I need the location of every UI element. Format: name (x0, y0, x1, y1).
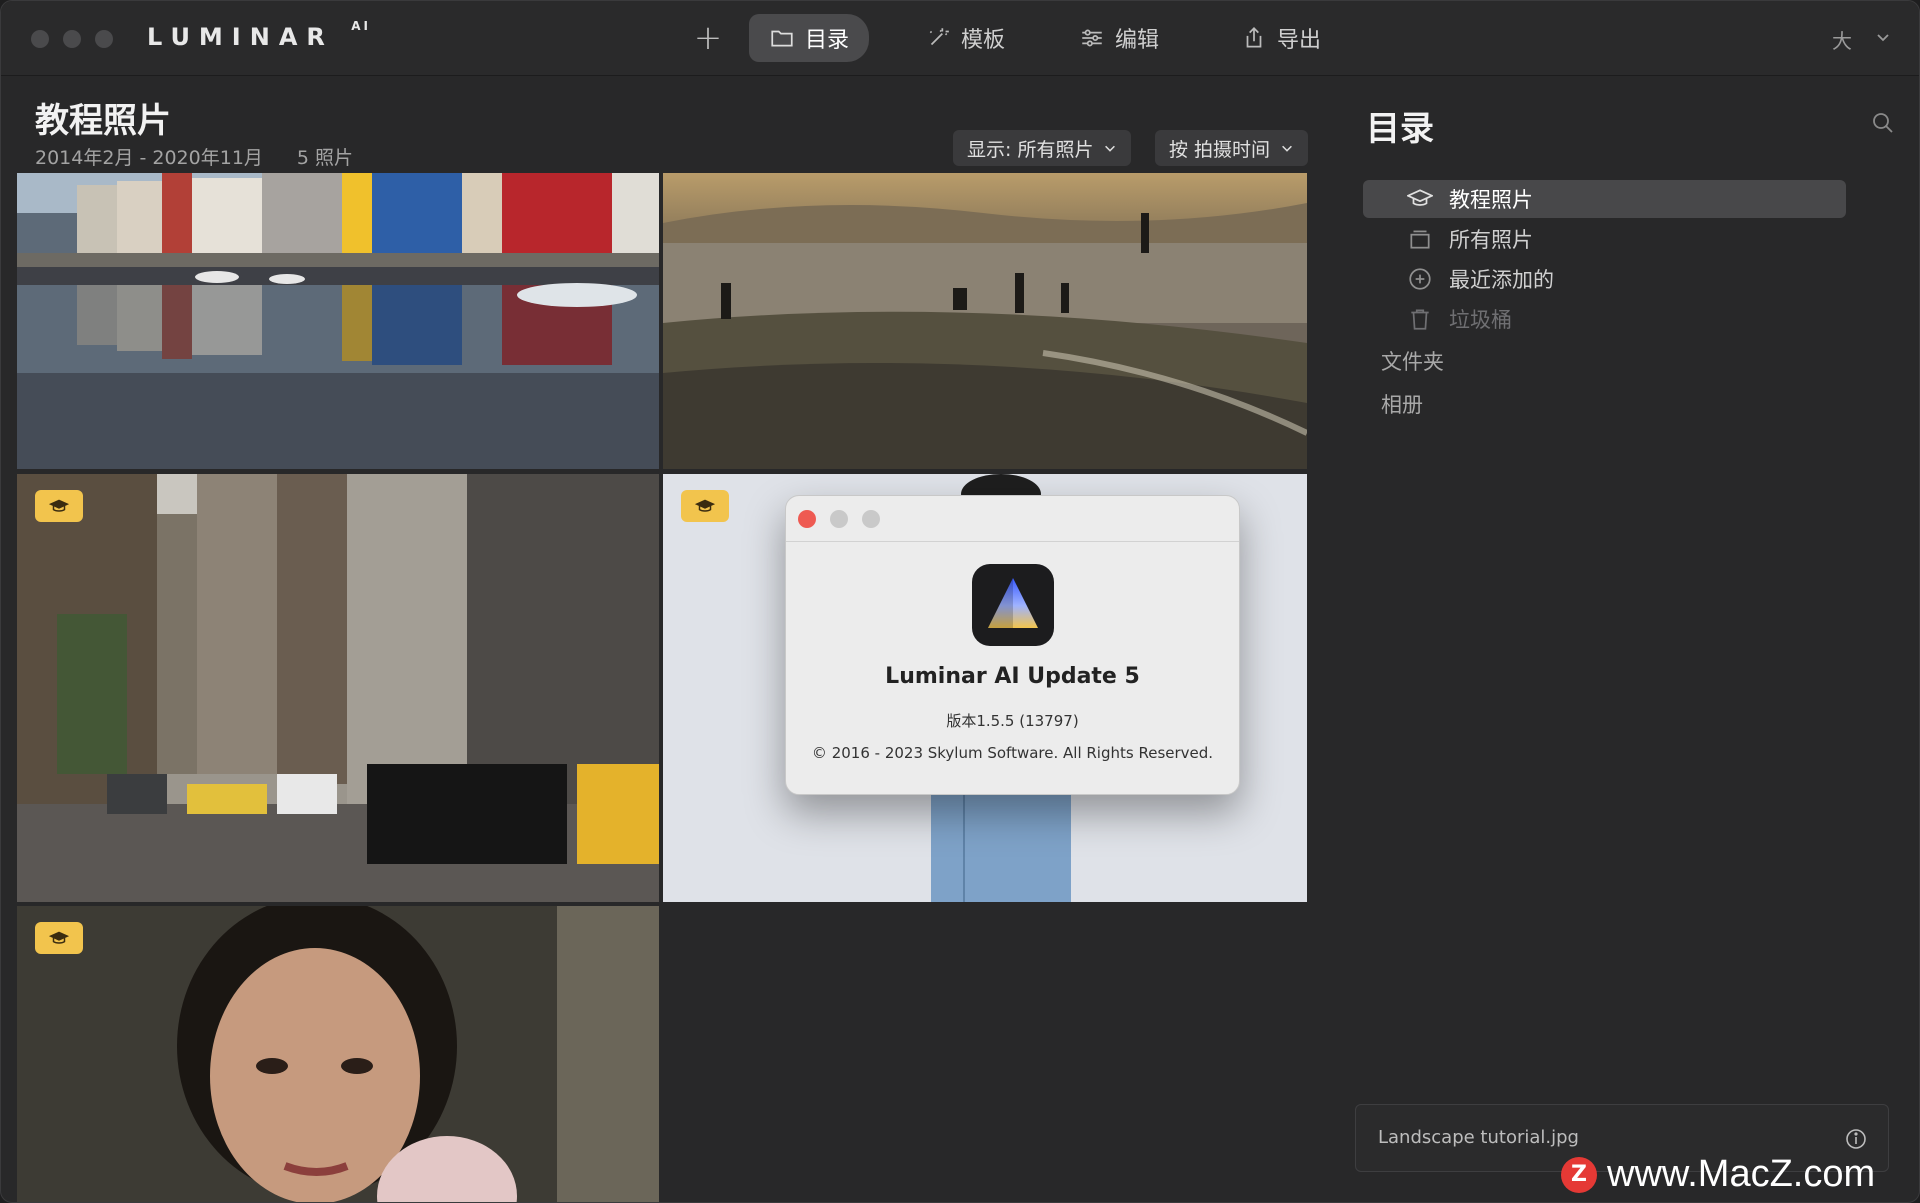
tab-label: 导出 (1277, 28, 1322, 53)
graduation-cap-icon (48, 499, 70, 512)
tutorial-badge (35, 490, 83, 522)
folders-section[interactable]: 文件夹 (1381, 346, 1444, 376)
chevron-down-icon (1105, 145, 1116, 152)
sidebar-item-label: 最近添加的 (1449, 268, 1554, 292)
tab-edit[interactable]: 编辑 (1059, 14, 1179, 62)
app-window: LUMINAR AI + 目录 模板 编辑 导出 大 教程照片 2014年2月 … (0, 0, 1920, 1203)
tab-label: 模板 (961, 28, 1006, 53)
photo-thumbnail-beach[interactable] (663, 173, 1307, 469)
about-version: 版本1.5.5 (13797) (946, 712, 1079, 730)
thumbnail-size-label[interactable]: 大 (1832, 25, 1852, 54)
tab-label: 编辑 (1115, 28, 1160, 53)
photo-thumbnail-portrait[interactable] (17, 906, 659, 1202)
sidebar-item-label: 教程照片 (1449, 188, 1533, 212)
sidebar-item-all-photos[interactable]: 所有照片 (1363, 220, 1846, 258)
about-copyright: © 2016 - 2023 Skylum Software. All Right… (811, 744, 1214, 762)
watermark-logo: Z (1561, 1156, 1597, 1193)
album-meta: 2014年2月 - 2020年11月 5 照片 (35, 143, 353, 170)
about-app-name: Luminar AI Update 5 (885, 664, 1140, 689)
photo-stack-icon (1410, 230, 1430, 249)
sidebar-item-trash[interactable]: 垃圾桶 (1363, 300, 1846, 338)
tab-templates[interactable]: 模板 (905, 14, 1025, 62)
watermark: Z www.MacZ.com (1561, 1153, 1875, 1196)
tab-export[interactable]: 导出 (1221, 14, 1341, 62)
title-bar: LUMINAR AI + 目录 模板 编辑 导出 大 (1, 1, 1919, 76)
sidebar-item-tutorial-photos[interactable]: 教程照片 (1363, 180, 1846, 218)
photo-thumbnail-city[interactable] (17, 474, 659, 902)
filter-label: 显示: 所有照片 (967, 138, 1094, 161)
beach-image (663, 173, 1307, 469)
filter-dropdown[interactable]: 显示: 所有照片 (953, 130, 1132, 166)
sort-dropdown[interactable]: 按 拍摄时间 (1155, 130, 1309, 166)
tutorial-badge (681, 490, 729, 522)
graduation-cap-icon (694, 499, 716, 512)
woman-portrait-image (17, 906, 659, 1202)
window-close-button[interactable] (31, 30, 49, 48)
photo-thumbnail-harbor[interactable] (17, 173, 659, 469)
album-title: 教程照片 (35, 101, 171, 141)
share-icon (1246, 27, 1262, 48)
folder-icon (771, 30, 793, 47)
window-minimize-button[interactable] (63, 30, 81, 48)
about-title-bar (786, 496, 1239, 542)
add-photos-button[interactable]: + (691, 21, 725, 55)
album-date-range: 2014年2月 - 2020年11月 (35, 147, 263, 169)
about-close-button[interactable] (798, 510, 816, 528)
trash-icon (1411, 309, 1429, 330)
chevron-down-icon (1282, 145, 1292, 152)
album-photo-count: 5 照片 (296, 147, 354, 169)
sidebar-title: 目录 (1366, 109, 1434, 149)
app-logo: LUMINAR AI (147, 19, 372, 51)
graduation-cap-icon (1407, 189, 1433, 206)
info-icon[interactable] (1844, 1127, 1868, 1151)
sort-label: 按 拍摄时间 (1169, 138, 1271, 161)
sidebar-item-recently-added[interactable]: 最近添加的 (1363, 260, 1846, 298)
plus-circle-icon (1409, 268, 1431, 290)
tab-catalog[interactable]: 目录 (749, 14, 870, 62)
sidebar-item-label: 所有照片 (1449, 228, 1533, 252)
magic-wand-icon (929, 28, 949, 46)
about-zoom-button (862, 510, 880, 528)
city-street-image (17, 474, 659, 902)
luminar-app-icon (972, 564, 1054, 646)
about-minimize-button (830, 510, 848, 528)
about-dialog: Luminar AI Update 5 版本1.5.5 (13797) © 20… (785, 495, 1240, 795)
tab-label: 目录 (805, 28, 850, 53)
sliders-icon (1082, 29, 1102, 47)
search-icon[interactable] (1871, 111, 1895, 135)
sidebar-item-label: 垃圾桶 (1449, 308, 1512, 332)
harbor-image (17, 173, 659, 469)
chevron-down-icon[interactable] (1875, 29, 1891, 45)
tutorial-badge (35, 922, 83, 954)
watermark-text: www.MacZ.com (1607, 1153, 1876, 1195)
selected-file-name: Landscape tutorial.jpg (1378, 1127, 1579, 1148)
window-zoom-button[interactable] (95, 30, 113, 48)
albums-section[interactable]: 相册 (1381, 389, 1423, 419)
graduation-cap-icon (48, 931, 70, 944)
